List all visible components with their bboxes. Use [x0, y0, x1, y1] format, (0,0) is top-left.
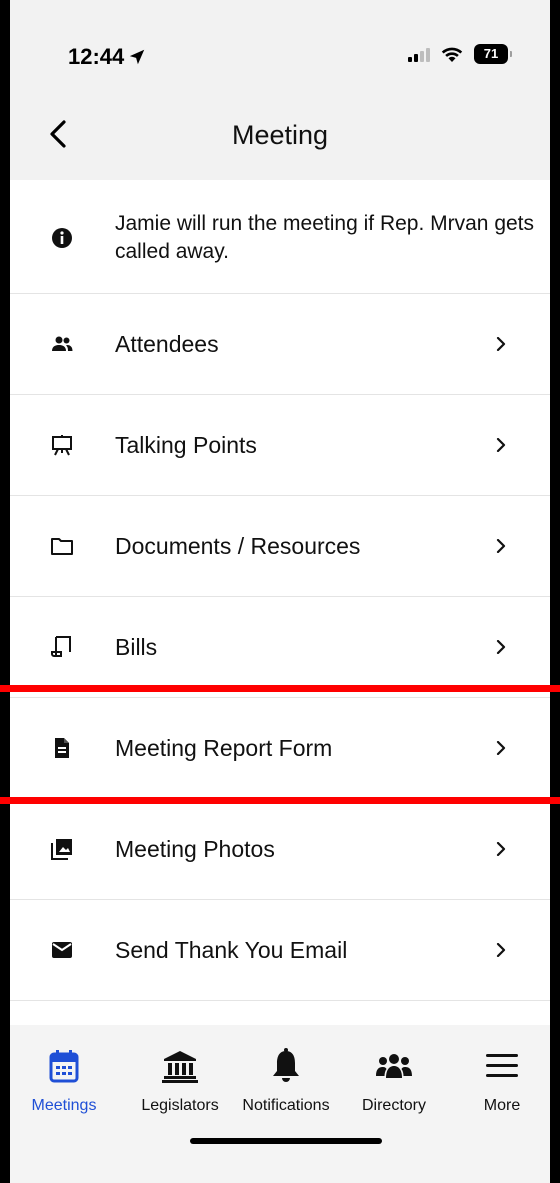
- chevron-right-icon: [496, 539, 506, 553]
- menu-item-label: Meeting Report Form: [115, 734, 333, 761]
- tab-label: Directory: [361, 1097, 426, 1114]
- status-time: 12:44: [68, 44, 146, 70]
- tab-label: Notifications: [242, 1097, 330, 1114]
- menu-item-label: Attendees: [115, 330, 219, 357]
- tab-meetings[interactable]: Meetings: [10, 1045, 118, 1115]
- nav-header: Meeting: [10, 90, 550, 180]
- battery-icon: 71: [474, 44, 512, 64]
- status-icons: 71: [408, 44, 512, 64]
- easel-icon: [50, 433, 74, 457]
- menu-item-send-thank-you-email[interactable]: Send Thank You Email: [10, 900, 550, 1001]
- menu-item-label: Meeting Photos: [115, 835, 275, 862]
- menu-item-meeting-report-form[interactable]: Meeting Report Form: [10, 698, 550, 799]
- highlight-line-bottom: [0, 797, 560, 804]
- envelope-icon: [50, 938, 74, 962]
- tab-bar: Meetings Legislators Notifications Direc…: [10, 1025, 550, 1183]
- menu-item-attendees[interactable]: Attendees: [10, 294, 550, 395]
- meeting-note-text: Jamie will run the meeting if Rep. Mrvan…: [115, 212, 535, 263]
- chevron-right-icon: [496, 438, 506, 452]
- tab-label: Legislators: [141, 1097, 219, 1114]
- tab-legislators[interactable]: Legislators: [126, 1045, 234, 1115]
- calendar-icon: [49, 1050, 79, 1083]
- menu-item-bills[interactable]: Bills: [10, 597, 550, 698]
- group-icon: [376, 1054, 412, 1078]
- battery-level: 71: [483, 46, 499, 61]
- photos-icon: [50, 837, 74, 861]
- chevron-right-icon: [496, 741, 506, 755]
- time-text: 12:44: [68, 44, 125, 69]
- capitol-icon: [162, 1051, 198, 1083]
- tab-label: More: [483, 1097, 521, 1114]
- chevron-right-icon: [496, 337, 506, 351]
- home-indicator[interactable]: [190, 1138, 382, 1144]
- meeting-note: Jamie will run the meeting if Rep. Mrvan…: [10, 180, 550, 294]
- menu-item-documents[interactable]: Documents / Resources: [10, 496, 550, 597]
- wifi-icon: [441, 47, 463, 62]
- tab-more[interactable]: More: [448, 1045, 550, 1115]
- phone-screen: 12:44 71 Meeting Jamie will run the meet…: [10, 0, 550, 1183]
- people-icon: [50, 332, 74, 356]
- meeting-menu-list: Jamie will run the meeting if Rep. Mrvan…: [10, 180, 550, 1001]
- menu-item-label: Talking Points: [115, 431, 257, 458]
- tab-directory[interactable]: Directory: [340, 1045, 448, 1115]
- hamburger-icon: [486, 1054, 518, 1077]
- menu-item-meeting-photos[interactable]: Meeting Photos: [10, 799, 550, 900]
- menu-item-label: Send Thank You Email: [115, 936, 348, 963]
- tab-notifications[interactable]: Notifications: [232, 1045, 340, 1115]
- menu-item-talking-points[interactable]: Talking Points: [10, 395, 550, 496]
- chevron-right-icon: [496, 842, 506, 856]
- page-title: Meeting: [231, 120, 329, 150]
- tab-label: Meetings: [31, 1097, 97, 1114]
- cellular-signal-icon: [408, 46, 430, 62]
- folder-icon: [50, 534, 74, 558]
- menu-item-label: Documents / Resources: [115, 532, 361, 559]
- status-bar: 12:44 71: [10, 0, 550, 90]
- scroll-icon: [50, 635, 74, 659]
- chevron-right-icon: [496, 943, 506, 957]
- location-arrow-icon: [130, 49, 145, 65]
- bell-icon: [273, 1048, 299, 1082]
- document-icon: [50, 736, 74, 760]
- chevron-right-icon: [496, 640, 506, 654]
- info-icon: [50, 226, 74, 250]
- highlight-line-top: [0, 685, 560, 692]
- menu-item-label: Bills: [115, 633, 158, 660]
